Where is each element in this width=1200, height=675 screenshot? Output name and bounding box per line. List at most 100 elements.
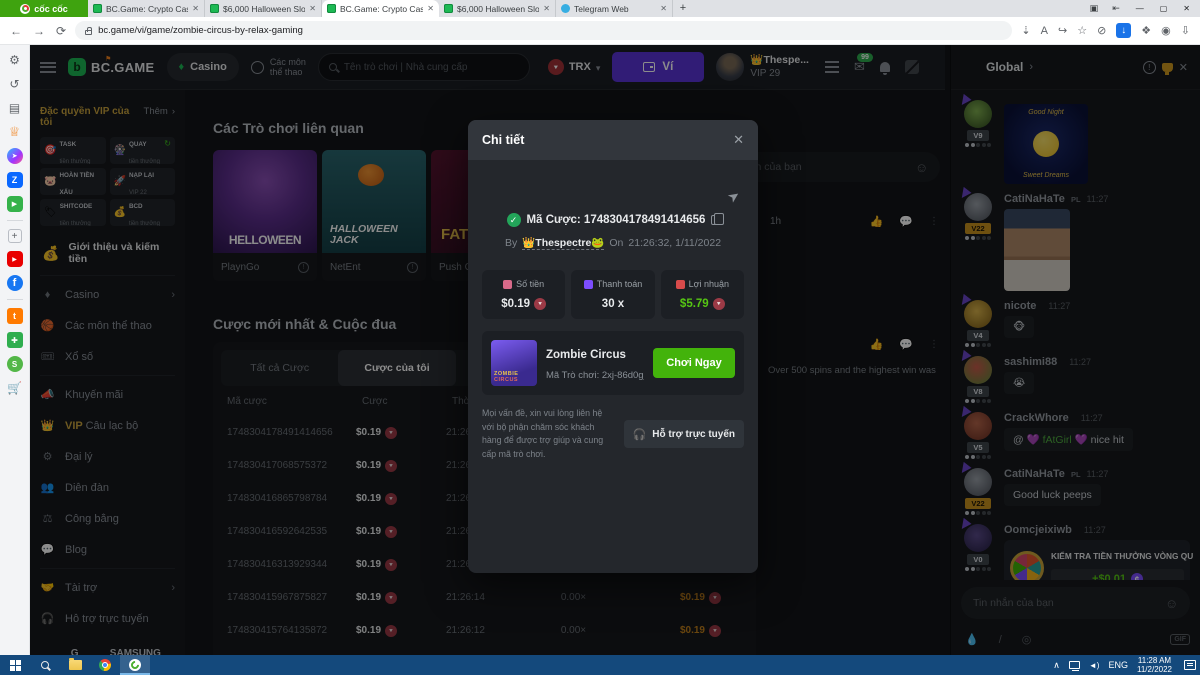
live-support-button[interactable]: 🎧Hỗ trợ trực tuyến — [624, 420, 744, 448]
sidebar-app-icon[interactable]: ➤ — [7, 148, 23, 164]
nav-icon[interactable]: → — [33, 24, 45, 38]
sidebar-app-icon[interactable]: Z — [7, 172, 23, 188]
coccoc-brand-label: cốc cốc — [34, 4, 68, 14]
stat-label-row: Thanh toán — [575, 279, 650, 289]
nav-icon[interactable]: ⟳ — [56, 24, 66, 38]
share-icon[interactable] — [728, 188, 740, 205]
taskbar-search-icon[interactable] — [30, 655, 60, 675]
start-button[interactable] — [0, 655, 30, 675]
stat-icon — [503, 280, 512, 289]
browser-tab[interactable]: BC.Game: Crypto Casino Gan ✕ — [88, 0, 205, 17]
chrome-icon[interactable] — [90, 655, 120, 675]
tab-close-icon[interactable]: ✕ — [192, 5, 199, 13]
browser-tab[interactable]: $6,000 Halloween Slot Battle ✕ — [439, 0, 556, 17]
window-control[interactable]: ▢ — [1160, 4, 1168, 13]
browser-tabs: BC.Game: Crypto Casino Gan ✕ $6,000 Hall… — [88, 0, 673, 17]
tab-close-icon[interactable]: ✕ — [660, 5, 667, 13]
browser-tab-strip: cốc cốc BC.Game: Crypto Casino Gan ✕ $6,… — [0, 0, 1200, 17]
clock[interactable]: 11:28 AM11/2/2022 — [1137, 656, 1172, 674]
copy-icon[interactable] — [711, 215, 719, 225]
game-code-row: Mã Trò chơi: 2xj-86d0gj-ie... — [546, 370, 644, 381]
network-icon[interactable] — [1069, 661, 1080, 669]
toolbar-icon[interactable]: ⇩ — [1181, 24, 1190, 37]
tab-close-icon[interactable]: ✕ — [309, 5, 316, 13]
sidebar-app-icon[interactable] — [7, 299, 23, 300]
toolbar-icon[interactable]: ⊘ — [1097, 24, 1106, 37]
sidebar-app-icon[interactable]: ▤ — [7, 100, 23, 116]
strip-tool-icon[interactable]: ▣ — [1090, 3, 1099, 14]
tab-favicon-icon — [210, 4, 219, 13]
modal-title: Chi tiết — [482, 133, 524, 147]
tab-favicon-icon — [561, 4, 570, 13]
browser-toolbar: ← → ⟳ bc.game/vi/game/zombie-circus-by-rel… — [0, 17, 1200, 45]
toolbar-icon[interactable]: A — [1041, 25, 1048, 37]
support-row: Mọi vấn đề, xin vui lòng liên hệ với bộ … — [482, 407, 744, 462]
coccoc-taskbar-icon[interactable] — [120, 655, 150, 675]
lock-icon — [85, 30, 92, 35]
tab-close-icon[interactable]: ✕ — [427, 5, 434, 13]
bet-user-link[interactable]: 👑Thespectre🐸 — [522, 236, 604, 250]
stat-value: $5.79 — [665, 298, 740, 310]
file-explorer-icon[interactable] — [60, 655, 90, 675]
sidebar-app-icon[interactable]: ⚙ — [7, 52, 23, 68]
coccoc-brand[interactable]: cốc cốc — [0, 0, 88, 17]
stat-box: Số tiền $0.19 — [482, 270, 565, 319]
toolbar-icon[interactable]: ↓ — [1116, 23, 1131, 38]
stat-box: Thanh toán 30 x — [571, 270, 654, 319]
toolbar-icon[interactable]: ↪ — [1058, 24, 1067, 37]
sidebar-app-icon[interactable]: ▶ — [7, 196, 23, 212]
sidebar-app-icon[interactable]: ✚ — [7, 332, 23, 348]
game-thumbnail[interactable]: ZOMBIE CIRCUS — [491, 340, 537, 386]
tab-favicon-icon — [93, 4, 102, 13]
coccoc-sidebar: ⚙ ↺ ▤ ♕ ➤ Z ▶ + ▶ f t ✚ S 🛒 — [0, 45, 30, 655]
browser-tab[interactable]: BC.Game: Crypto Casino Gan ✕ — [322, 0, 439, 17]
tab-favicon-icon — [444, 4, 453, 13]
volume-icon[interactable]: ◄) — [1089, 661, 1100, 670]
sidebar-app-icon[interactable]: S — [7, 356, 23, 372]
screen: cốc cốc BC.Game: Crypto Casino Gan ✕ $6,… — [0, 0, 1200, 675]
tab-close-icon[interactable]: ✕ — [543, 5, 550, 13]
modal-close-icon[interactable]: ✕ — [733, 132, 744, 148]
window-control[interactable]: ✕ — [1183, 4, 1190, 13]
strip-tool-icon[interactable]: ⇤ — [1112, 3, 1120, 14]
tab-title: $6,000 Halloween Slot Battle — [457, 4, 539, 14]
sidebar-app-icon[interactable]: ↺ — [7, 76, 23, 92]
toolbar-icons: ⇣ A ↪ ☆ ⊘ ↓ ❖ ◉ ⇩ — [1021, 23, 1190, 38]
language-indicator[interactable]: ENG — [1108, 660, 1128, 670]
bcgame-page: b BC.GAME⚑ ♦ Casino Các mônthể thao TRX — [30, 45, 1200, 655]
sidebar-app-icon[interactable]: + — [8, 229, 22, 243]
tab-title: BC.Game: Crypto Casino Gan — [340, 4, 423, 14]
bet-id-text: Mã Cược: 1748304178491414656 — [527, 214, 706, 226]
sidebar-app-icon[interactable]: t — [7, 308, 23, 324]
play-now-button[interactable]: Chơi Ngay — [653, 348, 735, 378]
browser-tab[interactable]: Telegram Web ✕ — [556, 0, 673, 17]
nav-icon[interactable]: ← — [10, 24, 22, 38]
sidebar-app-icon[interactable] — [7, 220, 23, 221]
stat-value: $0.19 — [486, 298, 561, 310]
support-note: Mọi vấn đề, xin vui lòng liên hệ với bộ … — [482, 407, 614, 462]
toolbar-icon[interactable]: ☆ — [1077, 24, 1087, 37]
tray-expand-icon[interactable]: ∧ — [1053, 660, 1060, 671]
headset-icon: 🎧 — [633, 428, 647, 441]
sidebar-app-icon[interactable]: f — [7, 275, 23, 291]
stat-label-row: Số tiền — [486, 279, 561, 289]
sidebar-app-icon[interactable]: ♕ — [7, 124, 23, 140]
stat-label-row: Lợi nhuận — [665, 279, 740, 289]
toolbar-icon[interactable]: ◉ — [1161, 24, 1171, 37]
sidebar-app-icon[interactable]: 🛒 — [7, 380, 23, 396]
stat-icon — [676, 280, 685, 289]
window-controls: — ▢ ✕ — [1130, 0, 1200, 17]
modal-game-card: ZOMBIE CIRCUS Zombie Circus Mã Trò chơi:… — [482, 331, 744, 395]
window-control[interactable]: — — [1136, 4, 1144, 13]
new-tab-button[interactable]: + — [673, 0, 693, 17]
tab-title: BC.Game: Crypto Casino Gan — [106, 4, 188, 14]
browser-tab[interactable]: $6,000 Halloween Slot Battle ✕ — [205, 0, 322, 17]
notification-center-icon[interactable] — [1184, 660, 1196, 670]
coccoc-logo-icon — [20, 4, 30, 14]
bet-byline: By 👑Thespectre🐸 On 21:26:32, 1/11/2022 — [482, 236, 744, 250]
address-bar[interactable]: bc.game/vi/game/zombie-circus-by-relax-g… — [75, 21, 1012, 40]
sidebar-app-icon[interactable]: ▶ — [7, 251, 23, 267]
bet-details-modal: Chi tiết ✕ Mã Cược: 1748304178491414656 … — [468, 120, 758, 573]
toolbar-icon[interactable]: ⇣ — [1021, 24, 1030, 37]
toolbar-icon[interactable]: ❖ — [1141, 24, 1151, 37]
